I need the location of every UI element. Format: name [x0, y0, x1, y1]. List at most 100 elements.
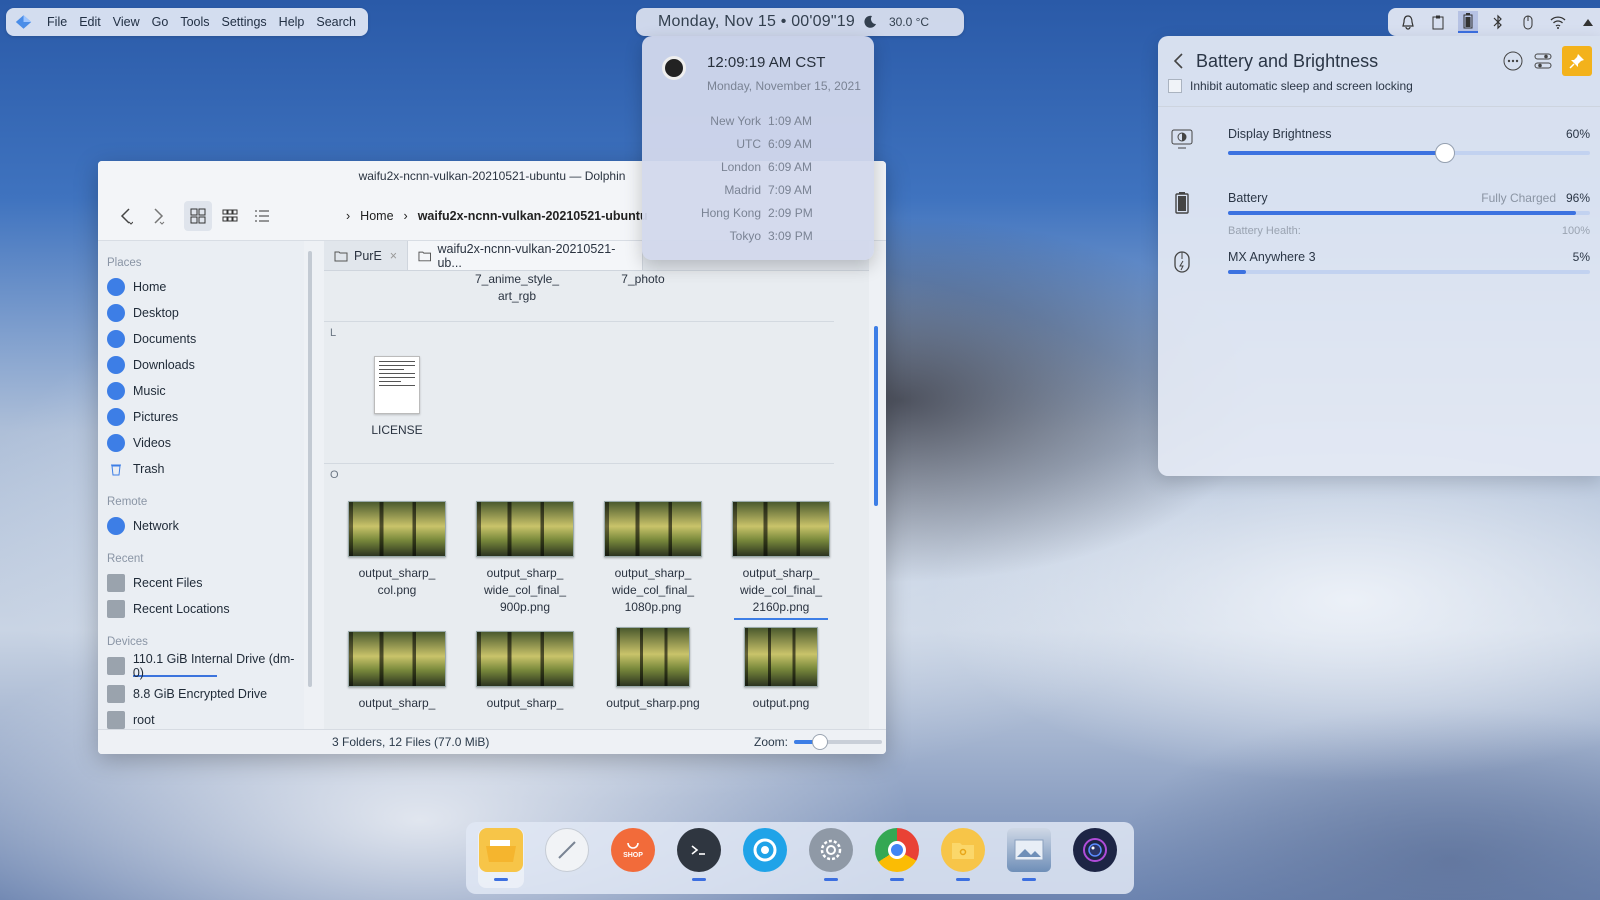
clipboard-icon[interactable]	[1428, 11, 1448, 33]
inhibit-sleep-option[interactable]: Inhibit automatic sleep and screen locki…	[1168, 79, 1413, 93]
sidebar-item-desktop[interactable]: Desktop	[98, 300, 304, 326]
folder-item[interactable]: 7_photo	[588, 271, 698, 288]
sidebar-item-pictures[interactable]: Pictures	[98, 404, 304, 430]
menu-view[interactable]: View	[113, 15, 140, 29]
configure-icon[interactable]	[1532, 50, 1554, 72]
folder-item[interactable]: 7_anime_style_ art_rgb	[462, 271, 572, 305]
more-options-icon[interactable]	[1502, 50, 1524, 72]
sidebar-item-recent-files[interactable]: Recent Files	[98, 570, 304, 596]
mouse-battery-row: MX Anywhere 3 5%	[1170, 250, 1590, 280]
file-label: output_sharp_ wide_col_final_ 1080p.png	[611, 566, 695, 614]
dock-settings[interactable]	[808, 828, 854, 888]
moon-icon	[864, 15, 876, 28]
sidebar-item-label: Home	[133, 280, 167, 294]
dock-terminal[interactable]	[676, 828, 722, 888]
content-scrollbar[interactable]	[874, 326, 878, 506]
image-thumbnail	[732, 501, 830, 557]
menu-file[interactable]: File	[47, 15, 67, 29]
menu-go[interactable]: Go	[152, 15, 169, 29]
menu-edit[interactable]: Edit	[79, 15, 101, 29]
menu-search[interactable]: Search	[316, 15, 356, 29]
panel-header: Battery and Brightness	[1172, 46, 1592, 76]
tab-waifu2x[interactable]: waifu2x-ncnn-vulkan-20210521-ub...	[408, 241, 643, 270]
tab-pure[interactable]: PurE ×	[324, 241, 408, 270]
document-thumbnail	[374, 356, 420, 414]
mouse-battery-bar	[1228, 270, 1590, 274]
file-item[interactable]: output_sharp_ wide_col_final_ 2160p.png	[726, 501, 836, 620]
dock-text-editor[interactable]	[544, 828, 590, 888]
mouse-icon[interactable]	[1518, 11, 1538, 33]
back-arrow-icon[interactable]	[1172, 52, 1184, 70]
breadcrumb-home[interactable]: Home	[360, 209, 393, 223]
zoom-control: Zoom:	[754, 734, 882, 750]
running-indicator	[1022, 878, 1036, 881]
menu-settings[interactable]: Settings	[222, 15, 267, 29]
timezone-name: London	[720, 160, 761, 174]
section-header-l: L	[330, 327, 337, 339]
brightness-slider[interactable]	[1228, 143, 1590, 163]
sidebar-item-documents[interactable]: Documents	[98, 326, 304, 352]
file-item[interactable]: output_sharp.png	[598, 627, 708, 712]
forward-button[interactable]	[144, 201, 172, 231]
dock-browser[interactable]	[742, 828, 788, 888]
sidebar-item-downloads[interactable]: Downloads	[98, 352, 304, 378]
image-thumbnail	[348, 631, 446, 687]
file-item[interactable]: output_sharp_	[470, 631, 580, 712]
file-item[interactable]: output_sharp_ wide_col_final_ 900p.png	[470, 501, 580, 616]
zoom-slider[interactable]	[794, 734, 882, 750]
file-item-license[interactable]: LICENSE	[342, 356, 452, 439]
dock-shop[interactable]: SHOP	[610, 828, 656, 888]
file-item[interactable]: output_sharp_ col.png	[342, 501, 452, 599]
sidebar-scrollbar[interactable]	[308, 251, 312, 687]
timezone-time: 6:09 AM	[768, 160, 813, 174]
dock-camera[interactable]	[1072, 828, 1118, 888]
timezone-row: London 6:09 AM	[642, 160, 874, 174]
pin-button[interactable]	[1562, 46, 1592, 76]
close-icon[interactable]: ×	[390, 249, 397, 263]
file-item[interactable]: output_sharp_ wide_col_final_ 1080p.png	[598, 501, 708, 616]
inhibit-checkbox[interactable]	[1168, 79, 1182, 93]
bell-icon[interactable]	[1398, 11, 1418, 33]
up-arrow-icon[interactable]	[1578, 11, 1598, 33]
zoom-slider-knob[interactable]	[812, 734, 829, 750]
dock-files[interactable]	[940, 828, 986, 888]
brightness-slider-knob[interactable]	[1435, 143, 1456, 163]
timezone-name: Madrid	[724, 183, 761, 197]
back-button[interactable]	[112, 201, 140, 231]
sidebar-item-recent-locations[interactable]: Recent Locations	[98, 596, 304, 622]
battery-level-fill	[1228, 211, 1576, 215]
brightness-row: Display Brightness 60%	[1170, 127, 1590, 167]
sidebar-item-internal-drive[interactable]: 110.1 GiB Internal Drive (dm-0)	[98, 652, 304, 680]
dock-photos[interactable]	[1006, 828, 1052, 888]
file-label: output_sharp_	[358, 696, 436, 710]
sidebar-item-home[interactable]: Home	[98, 274, 304, 300]
app-launcher-icon[interactable]	[12, 12, 35, 32]
icons-view-button[interactable]	[184, 200, 212, 231]
sidebar-item-encrypted-drive[interactable]: 8.8 GiB Encrypted Drive	[98, 681, 304, 707]
file-label: output_sharp_ wide_col_final_ 2160p.png	[739, 566, 823, 614]
battery-icon[interactable]	[1458, 11, 1478, 33]
menu-tools[interactable]: Tools	[180, 15, 209, 29]
sidebar-item-trash[interactable]: Trash	[98, 456, 304, 482]
wifi-icon[interactable]	[1548, 11, 1568, 33]
recent-files-icon	[107, 574, 125, 592]
settings-icon	[809, 828, 853, 872]
sidebar-item-network[interactable]: Network	[98, 513, 304, 539]
compact-view-button[interactable]	[216, 201, 244, 231]
dock-file-manager[interactable]	[478, 828, 524, 888]
image-thumbnail	[616, 627, 690, 687]
dock-chrome[interactable]	[874, 828, 920, 888]
breadcrumb-current[interactable]: waifu2x-ncnn-vulkan-20210521-ubuntu	[418, 209, 648, 223]
details-view-button[interactable]	[248, 201, 276, 231]
menu-help[interactable]: Help	[279, 15, 305, 29]
sidebar-item-music[interactable]: Music	[98, 378, 304, 404]
shop-label: SHOP	[623, 851, 643, 859]
file-item[interactable]: output_sharp_	[342, 631, 452, 712]
running-indicator	[494, 878, 508, 881]
file-item[interactable]: output.png	[726, 627, 836, 712]
sidebar-item-videos[interactable]: Videos	[98, 430, 304, 456]
bluetooth-icon[interactable]	[1488, 11, 1508, 33]
grid-icon	[190, 208, 206, 223]
clock-widget[interactable]: Monday, Nov 15 • 00'09"19 30.0 °C	[636, 8, 964, 36]
file-label: output_sharp_	[486, 696, 564, 710]
